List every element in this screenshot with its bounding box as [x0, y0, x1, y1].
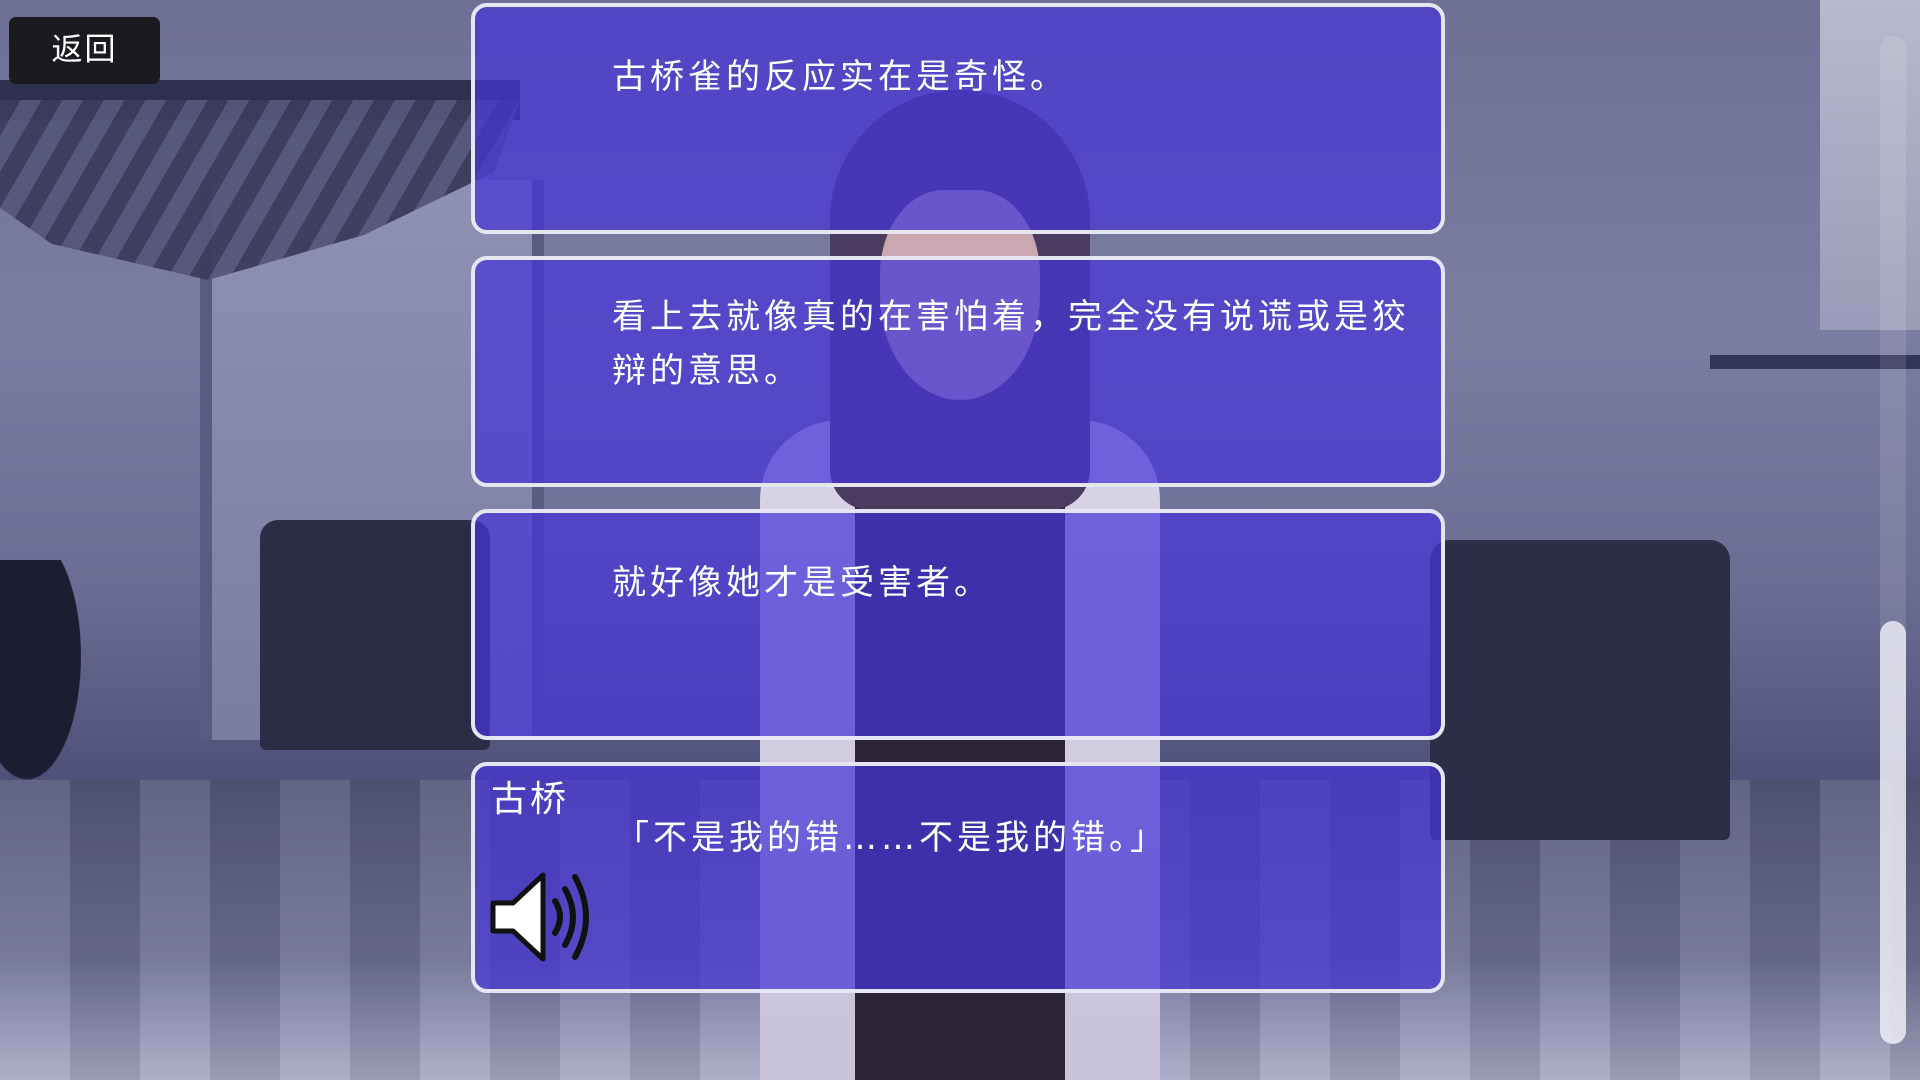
background-armchair [260, 520, 490, 750]
background-plant [0, 560, 90, 800]
speaker-icon [490, 872, 589, 962]
log-entry-text: 就好像她才是受害者。 [612, 563, 992, 603]
game-screen: 返回 古桥雀的反应实在是奇怪。 看上去就像真的在害怕着，完全没有说谎或是狡辩的意… [0, 0, 1920, 1080]
log-entry-speaker: 古桥 [491, 779, 570, 820]
backlog-scrollbar-thumb[interactable] [1880, 621, 1906, 1044]
log-entry: 就好像她才是受害者。 [471, 509, 1445, 740]
back-button[interactable]: 返回 [9, 17, 160, 84]
log-entry-text: 古桥雀的反应实在是奇怪。 [612, 57, 1068, 97]
log-entry-text: 看上去就像真的在害怕着，完全没有说谎或是狡辩的意思。 [612, 297, 1410, 391]
log-entry: 古桥 「不是我的错……不是我的错。」 [471, 762, 1445, 993]
log-entry-text: 「不是我的错……不是我的错。」 [615, 818, 1168, 858]
voice-replay-button[interactable] [485, 861, 597, 973]
log-entry: 看上去就像真的在害怕着，完全没有说谎或是狡辩的意思。 [471, 256, 1445, 487]
background-sofa [1430, 540, 1730, 840]
backlog-scrollbar[interactable] [1880, 36, 1906, 1044]
log-entry: 古桥雀的反应实在是奇怪。 [471, 3, 1445, 234]
